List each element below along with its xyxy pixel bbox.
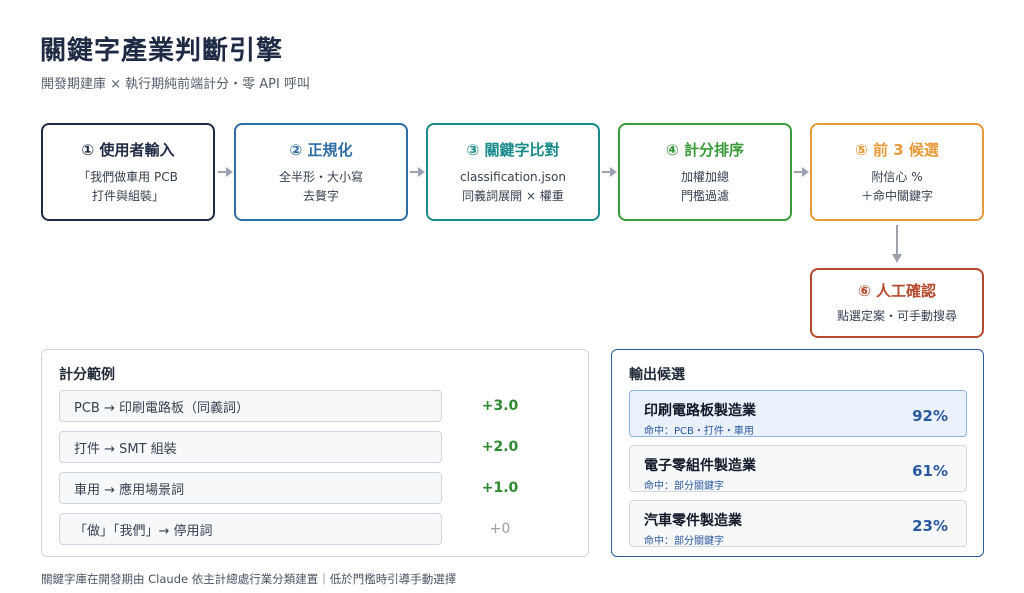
step-title: ④ 計分排序 xyxy=(666,140,744,159)
arrow-right-icon xyxy=(218,167,233,177)
step-detail: 同義詞展開 × 權重 xyxy=(462,188,564,203)
scoring-heading: 計分範例 xyxy=(59,367,115,383)
candidate-confidence: 92% xyxy=(912,407,948,425)
step-title: ① 使用者輸入 xyxy=(81,140,175,159)
step-title: ⑥ 人工確認 xyxy=(858,282,936,300)
step-title: ⑤ 前 3 候選 xyxy=(855,140,939,159)
arrow-right-icon xyxy=(410,167,425,177)
candidate-hit-keywords: 命中：PCB・打件・車用 xyxy=(644,426,754,437)
step-detail: 去贅字 xyxy=(302,188,339,203)
candidate-confidence: 61% xyxy=(912,462,948,480)
rule-score: +2.0 xyxy=(481,439,519,455)
candidate-item[interactable]: 汽車零件製造業 命中：部分關鍵字 23% xyxy=(629,500,967,547)
footnote: 關鍵字庫在開發期由 Claude 依主計總處行業分類建置｜低於門檻時引導手動選擇 xyxy=(41,572,457,586)
step-detail: 打件與組裝」 xyxy=(91,188,164,203)
step-detail: 點選定案・可手動搜尋 xyxy=(836,309,957,323)
rule-score: +1.0 xyxy=(481,480,519,496)
step-manual-confirm: ⑥ 人工確認 點選定案・可手動搜尋 xyxy=(810,268,984,338)
step-detail: classification.json xyxy=(460,169,566,184)
candidate-item[interactable]: 電子零組件製造業 命中：部分關鍵字 61% xyxy=(629,445,967,492)
page-subtitle: 開發期建庫 × 執行期純前端計分・零 API 呼叫 xyxy=(41,77,310,92)
candidate-item[interactable]: 印刷電路板製造業 命中：PCB・打件・車用 92% xyxy=(629,390,967,437)
rule-text: PCB → 印刷電路板（同義詞） xyxy=(74,400,249,416)
arrow-right-icon xyxy=(602,167,617,177)
rule-score: +0 xyxy=(489,521,511,537)
page-title: 關鍵字產業判斷引擎 xyxy=(40,36,284,66)
step-detail: 加權加總 xyxy=(680,169,729,184)
step-detail: 附信心 % xyxy=(871,169,923,184)
scoring-rule-row: 「做」「我們」→ 停用詞 xyxy=(59,513,442,545)
rule-score: +3.0 xyxy=(481,398,519,414)
rule-text: 打件 → SMT 組裝 xyxy=(74,441,177,457)
arrow-down-icon xyxy=(892,225,902,263)
output-candidates-panel: 輸出候選 印刷電路板製造業 命中：PCB・打件・車用 92% 電子零組件製造業 … xyxy=(611,349,984,557)
candidate-hit-keywords: 命中：部分關鍵字 xyxy=(644,481,724,492)
step-detail: 門檻過濾 xyxy=(680,188,729,203)
scoring-rule-row: 打件 → SMT 組裝 xyxy=(59,431,442,463)
step-title: ② 正規化 xyxy=(289,140,353,159)
step-top3-candidates: ⑤ 前 3 候選 附信心 % ＋命中關鍵字 xyxy=(810,123,984,221)
step-detail: 「我們做車用 PCB xyxy=(78,169,178,184)
step-detail: ＋命中關鍵字 xyxy=(860,188,933,203)
candidate-hit-keywords: 命中：部分關鍵字 xyxy=(644,536,724,547)
rule-text: 「做」「我們」→ 停用詞 xyxy=(74,523,213,539)
step-user-input: ① 使用者輸入 「我們做車用 PCB 打件與組裝」 xyxy=(41,123,215,221)
candidate-confidence: 23% xyxy=(912,517,948,535)
rule-text: 車用 → 應用場景詞 xyxy=(74,482,185,498)
output-heading: 輸出候選 xyxy=(629,367,685,383)
step-detail: 全半形・大小寫 xyxy=(278,169,363,184)
step-keyword-match: ③ 關鍵字比對 classification.json 同義詞展開 × 權重 xyxy=(426,123,600,221)
candidate-name: 印刷電路板製造業 xyxy=(644,403,756,419)
step-title: ③ 關鍵字比對 xyxy=(466,140,560,159)
step-normalize: ② 正規化 全半形・大小寫 去贅字 xyxy=(234,123,408,221)
arrow-right-icon xyxy=(794,167,809,177)
scoring-rule-row: PCB → 印刷電路板（同義詞） xyxy=(59,390,442,422)
step-scoring: ④ 計分排序 加權加總 門檻過濾 xyxy=(618,123,792,221)
candidate-name: 電子零組件製造業 xyxy=(644,458,756,474)
scoring-example-panel: 計分範例 PCB → 印刷電路板（同義詞） +3.0 打件 → SMT 組裝 +… xyxy=(41,349,589,557)
scoring-rule-row: 車用 → 應用場景詞 xyxy=(59,472,442,504)
candidate-name: 汽車零件製造業 xyxy=(644,513,742,529)
